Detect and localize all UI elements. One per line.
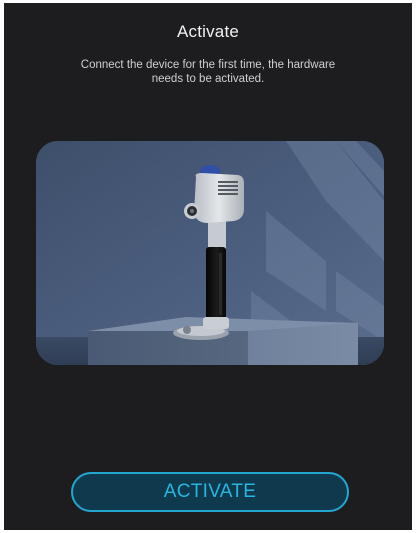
page-subtitle: Connect the device for the first time, t… [80,59,336,85]
device-illustration [36,141,384,365]
activation-screen: Activate Connect the device for the firs… [4,3,412,530]
activate-button[interactable]: ACTIVATE [71,472,349,512]
device-illustration-svg [36,141,384,365]
page-title: Activate [176,22,240,41]
